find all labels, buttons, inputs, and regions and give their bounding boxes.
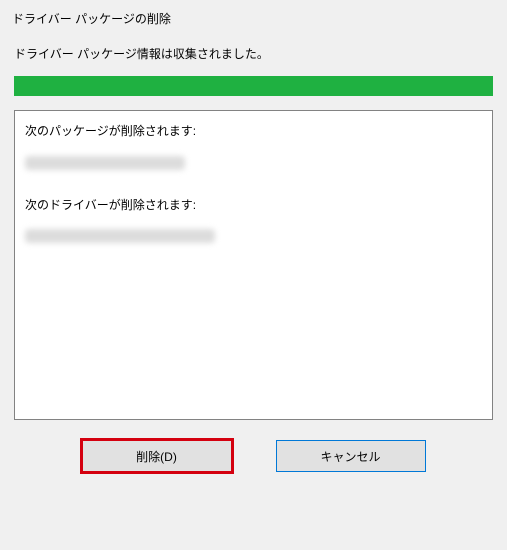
package-item <box>25 156 185 170</box>
progress-bar <box>14 76 493 96</box>
packages-to-delete-label: 次のパッケージが削除されます: <box>25 123 482 140</box>
dialog-title: ドライバー パッケージの削除 <box>0 0 507 33</box>
button-row: 削除(D) キャンセル <box>0 434 507 486</box>
driver-item <box>25 229 215 243</box>
cancel-button[interactable]: キャンセル <box>276 440 426 472</box>
drivers-to-delete-label: 次のドライバーが削除されます: <box>25 197 482 214</box>
status-message: ドライバー パッケージ情報は収集されました。 <box>0 33 507 68</box>
info-panel: 次のパッケージが削除されます: 次のドライバーが削除されます: <box>14 110 493 420</box>
delete-button[interactable]: 削除(D) <box>82 440 232 472</box>
